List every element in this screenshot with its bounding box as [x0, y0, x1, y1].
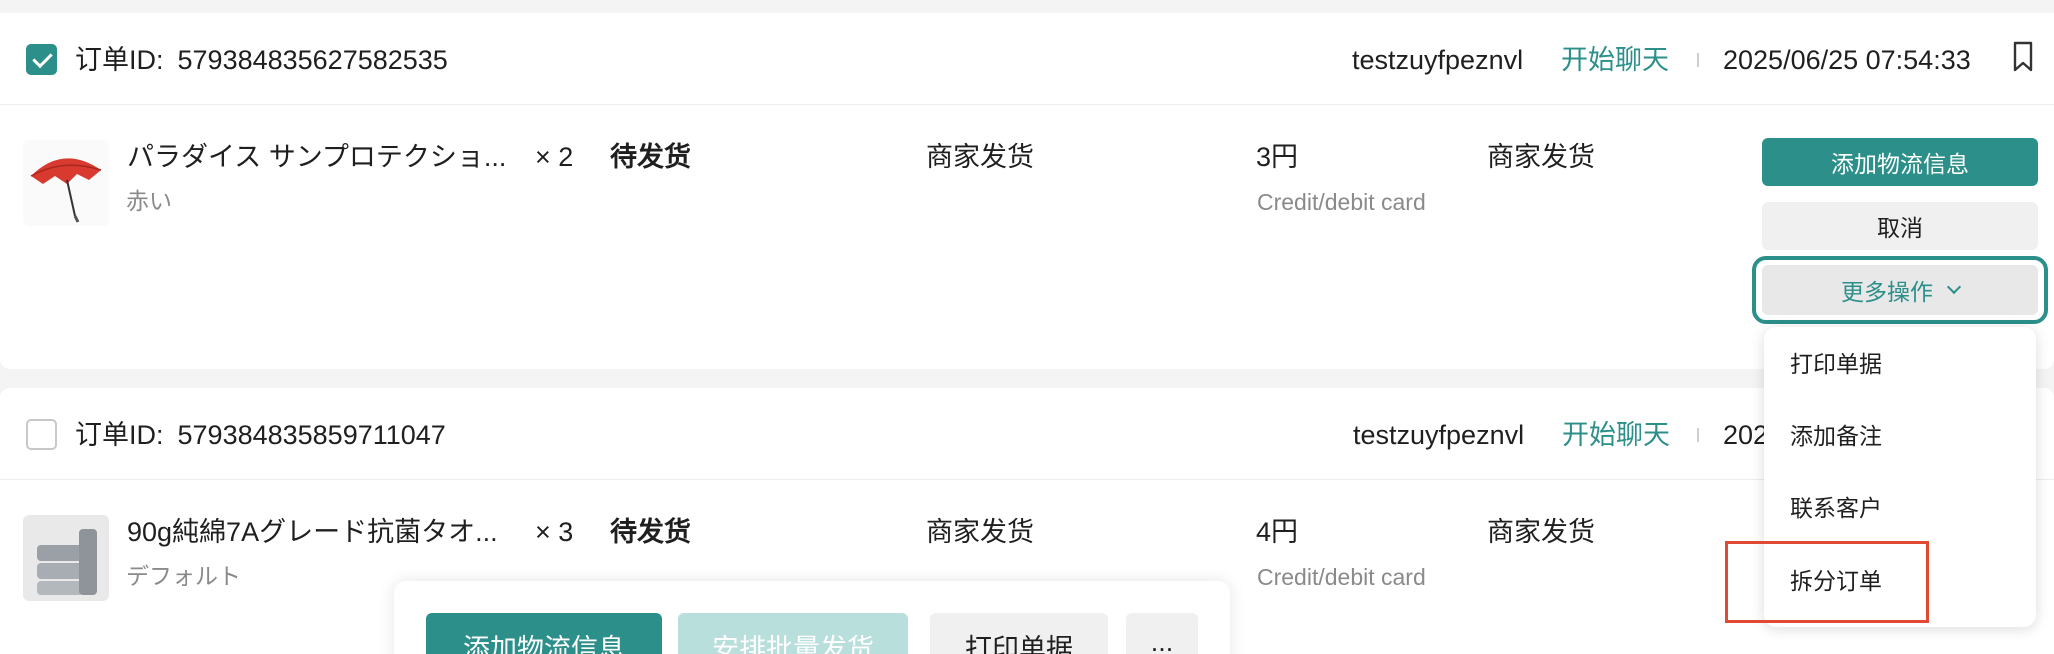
- order-price: 3円: [1256, 142, 1299, 172]
- bulk-action-bar: 添加物流信息 安排批量发货 打印单据 ...: [394, 581, 1230, 654]
- bulk-batch-ship-button[interactable]: 安排批量发货: [678, 613, 908, 654]
- bulk-add-logistics-button[interactable]: 添加物流信息: [426, 613, 662, 654]
- bookmark-icon[interactable]: [2012, 41, 2034, 73]
- bulk-print-button[interactable]: 打印单据: [930, 613, 1108, 654]
- shipping-method: 商家发货: [926, 142, 1034, 172]
- add-logistics-button[interactable]: 添加物流信息: [1762, 138, 2038, 186]
- buyer-name: testzuyfpeznvl: [1353, 420, 1525, 450]
- order-status: 待发货: [610, 517, 691, 547]
- towel-image: [23, 515, 109, 601]
- payment-method: Credit/debit card: [1257, 564, 1426, 590]
- order-price: 4円: [1256, 517, 1299, 547]
- divider: [1697, 53, 1699, 67]
- product-quantity: × 3: [535, 517, 574, 547]
- product-quantity: × 2: [535, 142, 574, 172]
- order-id-label: 订单ID:: [75, 45, 164, 75]
- product-name[interactable]: 90g純綿7Aグレード抗菌タオ...: [127, 515, 498, 549]
- shipping-method: 商家发货: [926, 517, 1034, 547]
- order-id: 订单ID: 579384835627582535: [75, 43, 448, 77]
- highlight-box: [1725, 541, 1929, 623]
- order-date: 2025/06/25 07:54:33: [1723, 45, 1971, 75]
- checkbox-empty-icon[interactable]: [26, 419, 57, 450]
- fulfillment-type: 商家发货: [1487, 517, 1595, 547]
- fulfillment-type: 商家发货: [1487, 142, 1595, 172]
- bulk-more-button[interactable]: ...: [1126, 613, 1198, 654]
- more-actions-button[interactable]: 更多操作: [1762, 265, 2038, 315]
- start-chat-link[interactable]: 开始聊天: [1562, 418, 1670, 452]
- product-name[interactable]: パラダイス サンプロテクショ...: [127, 140, 506, 174]
- order-status: 待发货: [610, 142, 691, 172]
- umbrella-image: [23, 140, 109, 226]
- order-id-value: 579384835859711047: [177, 420, 446, 450]
- order-header: 订单ID: 579384835627582535 testzuyfpeznvl 开…: [0, 13, 2054, 105]
- product-thumbnail[interactable]: [23, 140, 109, 226]
- start-chat-link[interactable]: 开始聊天: [1561, 43, 1669, 77]
- product-thumbnail[interactable]: [23, 515, 109, 601]
- order-id-label: 订单ID:: [75, 420, 164, 450]
- order-id: 订单ID: 579384835859711047: [75, 418, 446, 452]
- product-variant: デフォルト: [126, 563, 241, 589]
- buyer-name: testzuyfpeznvl: [1352, 45, 1524, 75]
- chevron-down-icon: [1946, 279, 1962, 295]
- checkbox-checked-icon[interactable]: [26, 44, 57, 75]
- menu-item-add-note[interactable]: 添加备注: [1790, 421, 1882, 451]
- order-id-value: 579384835627582535: [177, 45, 448, 75]
- cancel-order-button[interactable]: 取消: [1762, 202, 2038, 250]
- payment-method: Credit/debit card: [1257, 189, 1426, 215]
- divider: [1697, 428, 1699, 442]
- order-card-1: 订单ID: 579384835627582535 testzuyfpeznvl 开…: [0, 13, 2054, 369]
- order-header: 订单ID: 579384835859711047 testzuyfpeznvl 开…: [0, 388, 2054, 480]
- more-actions-label: 更多操作: [1841, 279, 1933, 305]
- menu-item-print[interactable]: 打印单据: [1790, 349, 1882, 379]
- order-date: 202: [1723, 420, 1769, 450]
- menu-item-contact-customer[interactable]: 联系客户: [1790, 493, 1882, 523]
- product-variant: 赤い: [126, 188, 172, 214]
